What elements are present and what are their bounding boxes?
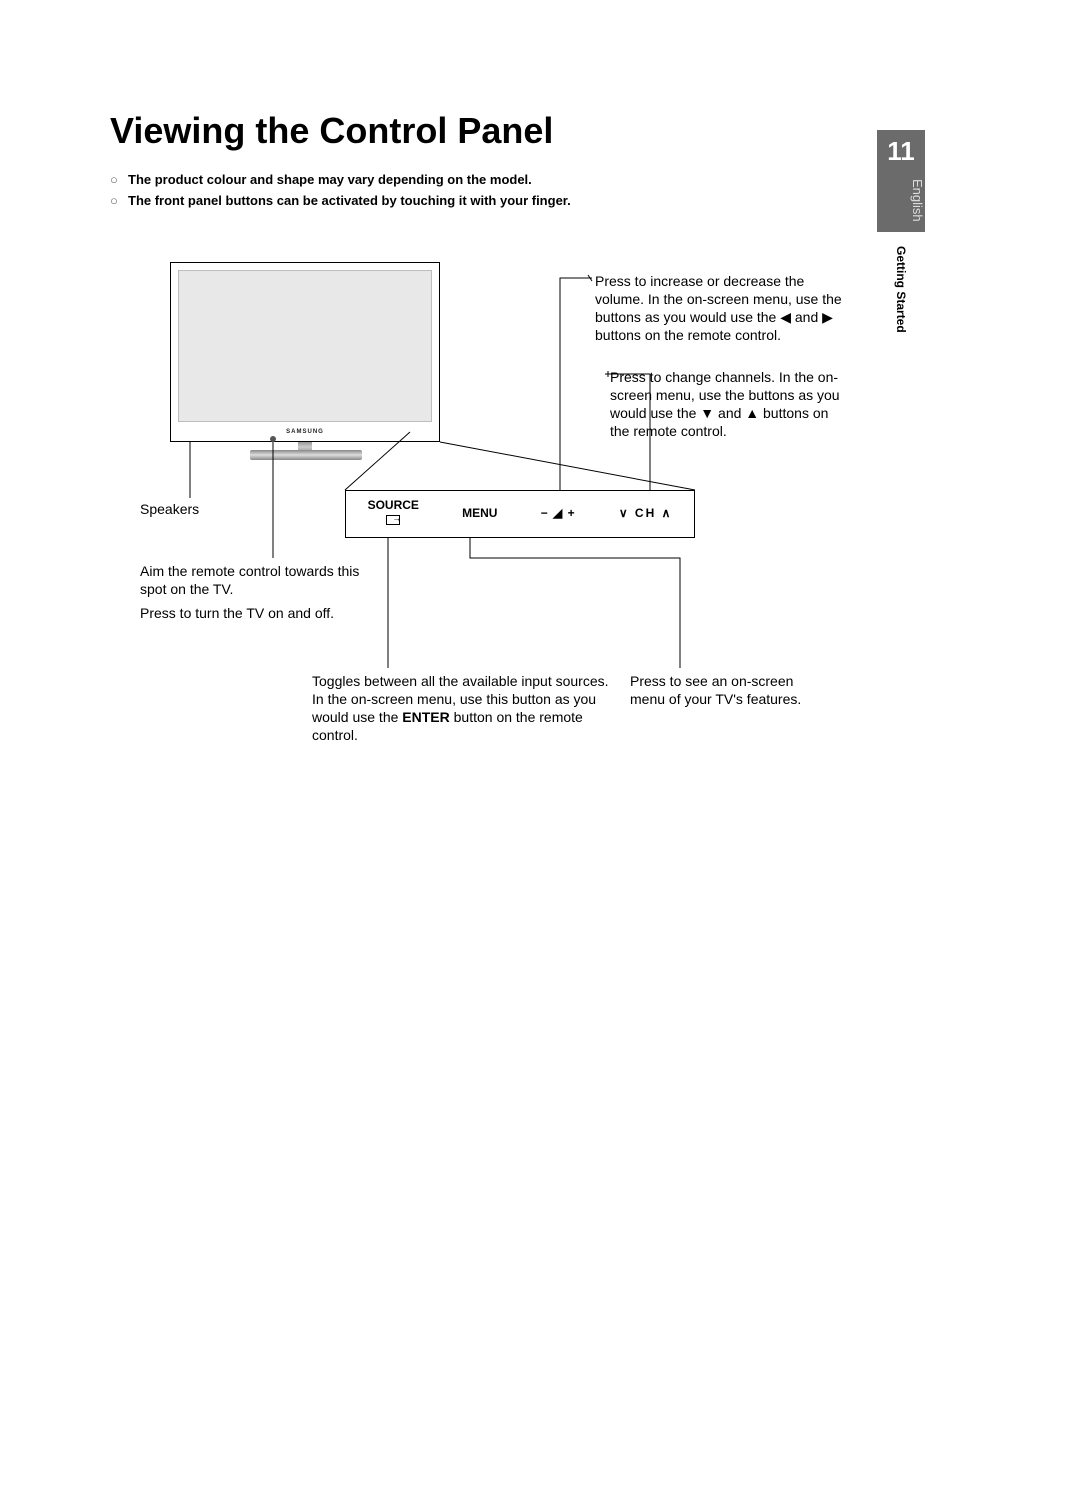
tv-stand-base bbox=[250, 450, 362, 460]
channel-callout: Press to change channels. In the on-scre… bbox=[610, 368, 850, 441]
source-icon bbox=[386, 515, 400, 525]
menu-button: MENU bbox=[462, 506, 497, 521]
source-callout-bold: ENTER bbox=[402, 709, 449, 725]
tv-screen bbox=[178, 270, 432, 422]
tv-brand-label: SAMSUNG bbox=[171, 429, 439, 437]
page-title: Viewing the Control Panel bbox=[110, 110, 970, 152]
remote-sensor-line1: Aim the remote control towards this spot… bbox=[140, 562, 370, 598]
page-number: 11 bbox=[877, 130, 925, 171]
source-callout: Toggles between all the available input … bbox=[312, 672, 622, 745]
source-callout-line1: Toggles between all the available input … bbox=[312, 672, 622, 690]
bullet-icon bbox=[110, 170, 128, 191]
section-label: Getting Started bbox=[894, 246, 908, 333]
remote-sensor-dot bbox=[270, 436, 276, 442]
button-panel: SOURCE MENU − ◢ + ∨ CH ∧ bbox=[345, 490, 695, 538]
remote-sensor-line2: Press to turn the TV on and off. bbox=[140, 604, 370, 622]
bullet-icon bbox=[110, 191, 128, 212]
volume-callout: Press to increase or decrease the volume… bbox=[595, 272, 850, 345]
channel-label: ∨ CH ∧ bbox=[619, 506, 673, 520]
speakers-callout: Speakers bbox=[140, 500, 240, 518]
remote-sensor-callout: Aim the remote control towards this spot… bbox=[140, 562, 370, 623]
note-text: The product colour and shape may vary de… bbox=[128, 170, 532, 191]
source-label: SOURCE bbox=[368, 498, 419, 513]
note-item: The product colour and shape may vary de… bbox=[110, 170, 970, 191]
control-panel-diagram: SAMSUNG SOURCE MENU − ◢ + ∨ CH ∧ bbox=[130, 242, 890, 802]
volume-button: − ◢ + bbox=[541, 506, 576, 521]
language-label: English bbox=[877, 171, 925, 232]
volume-label: − ◢ + bbox=[541, 506, 576, 520]
source-callout-line2: In the on-screen menu, use this button a… bbox=[312, 690, 622, 745]
menu-label: MENU bbox=[462, 506, 497, 520]
channel-button: ∨ CH ∧ bbox=[619, 506, 673, 521]
menu-callout: Press to see an on-screen menu of your T… bbox=[630, 672, 830, 708]
note-item: The front panel buttons can be activated… bbox=[110, 191, 970, 212]
source-button: SOURCE bbox=[368, 498, 419, 529]
manual-page: Viewing the Control Panel The product co… bbox=[0, 0, 1080, 1488]
note-text: The front panel buttons can be activated… bbox=[128, 191, 571, 212]
side-tab: 11 English Getting Started bbox=[877, 130, 925, 332]
notes-list: The product colour and shape may vary de… bbox=[110, 170, 970, 212]
